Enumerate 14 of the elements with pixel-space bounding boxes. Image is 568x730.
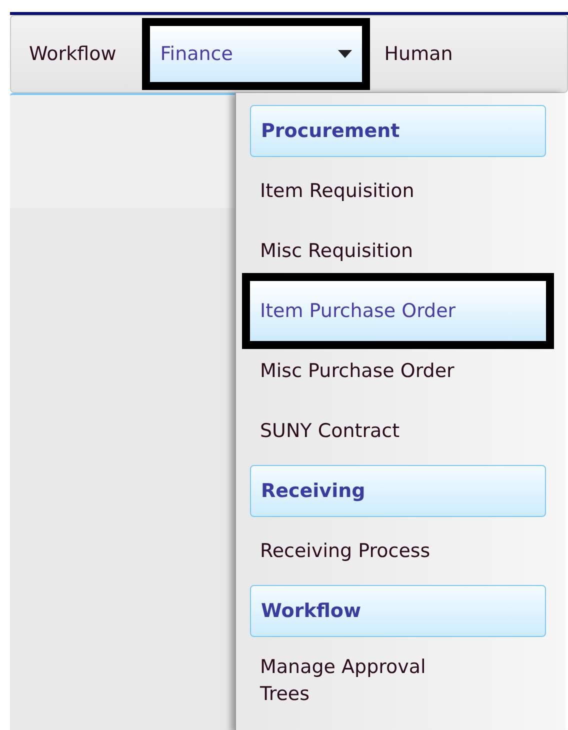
section-header[interactable]: Receiving <box>250 465 546 517</box>
menu-item[interactable]: Receiving Process <box>250 521 546 581</box>
menu-item[interactable]: Item Requisition <box>250 161 546 221</box>
caret-icon <box>338 50 352 58</box>
menu-item[interactable]: Item Purchase Order <box>250 281 546 341</box>
menu-tab[interactable]: Finance <box>150 26 362 82</box>
menu-tab[interactable]: Human <box>374 32 463 76</box>
menu-item[interactable]: Misc Requisition <box>250 221 546 281</box>
section-header[interactable]: Workflow <box>250 585 546 637</box>
menu-tab[interactable]: Workflow <box>19 32 126 76</box>
menu-item[interactable]: Misc Purchase Order <box>250 341 546 401</box>
menu-item[interactable]: Manage Approval Trees <box>250 641 546 721</box>
menu-item[interactable]: SUNY Contract <box>250 401 546 461</box>
section-header[interactable]: Procurement <box>250 105 546 157</box>
